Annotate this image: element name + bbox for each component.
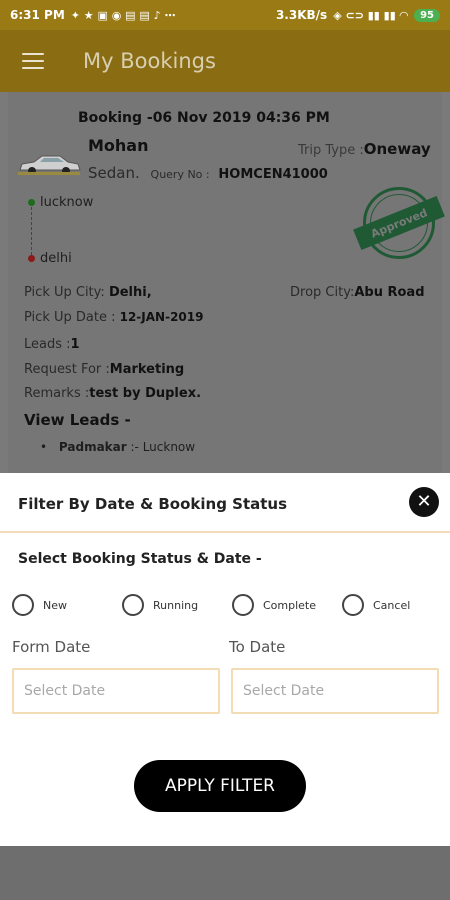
destination-city: delhi xyxy=(40,251,72,266)
route-line xyxy=(31,207,32,255)
filter-section-title: Select Booking Status & Date - xyxy=(18,551,262,567)
close-icon[interactable]: ✕ xyxy=(409,487,439,517)
origin-dot-icon xyxy=(28,199,35,206)
radio-circle-icon[interactable] xyxy=(122,594,144,616)
query-label: Query No : xyxy=(150,168,210,181)
lead-list-item: Padmakar :- Lucknow xyxy=(40,440,195,454)
filter-sheet-title: Filter By Date & Booking Status xyxy=(18,495,288,513)
bookings-list: Booking -06 Nov 2019 04:36 PM Mohan Trip… xyxy=(0,92,450,473)
vehicle-info: Sedan. Query No : HOMCEN41000 xyxy=(88,164,328,182)
signal-icons: ◈ ⊂⊃ ▮▮ ▮▮ ◠ xyxy=(333,8,409,22)
request-for-value: Marketing xyxy=(109,362,185,377)
radio-running[interactable]: Running xyxy=(122,594,198,616)
radio-new[interactable]: New xyxy=(12,594,67,616)
to-date-field[interactable] xyxy=(231,668,439,714)
lead-separator: :- xyxy=(126,440,143,454)
pickup-date-label: Pick Up Date : xyxy=(24,310,116,325)
network-speed: 3.3KB/s xyxy=(275,8,328,22)
leads-label: Leads : xyxy=(24,337,71,352)
apply-filter-button[interactable]: APPLY FILTER xyxy=(134,760,306,812)
booking-title: Booking -06 Nov 2019 04:36 PM xyxy=(78,110,330,126)
pickup-date-value: 12-JAN-2019 xyxy=(119,310,204,324)
destination-dot-icon xyxy=(28,255,35,262)
clock: 6:31 PM xyxy=(10,8,65,22)
radio-label-running: Running xyxy=(153,598,199,612)
radio-complete[interactable]: Complete xyxy=(232,594,316,616)
trip-type-label: Trip Type : xyxy=(298,143,364,158)
drop-city-value: Abu Road xyxy=(354,285,425,300)
radio-cancel[interactable]: Cancel xyxy=(342,594,410,616)
lead-name: Padmakar xyxy=(58,440,127,454)
view-leads-heading: View Leads - xyxy=(24,411,131,429)
remarks-label: Remarks : xyxy=(24,386,90,401)
page-title: My Bookings xyxy=(83,49,216,73)
booking-card[interactable]: Booking -06 Nov 2019 04:36 PM Mohan Trip… xyxy=(8,92,445,473)
pickup-city: Pick Up City: Delhi, xyxy=(24,285,152,300)
app-bar: My Bookings xyxy=(0,30,450,92)
car-icon xyxy=(18,155,81,175)
customer-name: Mohan xyxy=(88,136,149,155)
approved-stamp-icon: Approved xyxy=(353,187,445,259)
radio-circle-icon[interactable] xyxy=(12,594,34,616)
radio-label-cancel: Cancel xyxy=(373,598,411,612)
status-bar: 6:31 PM ✦ ★ ▣ ◉ ▤ ▤ ♪ ⋯ 3.3KB/s ◈ ⊂⊃ ▮▮ … xyxy=(0,0,450,30)
trip-type: Trip Type :Oneway xyxy=(298,140,431,158)
radio-label-new: New xyxy=(43,598,67,612)
leads-count: Leads :1 xyxy=(24,337,80,352)
trip-type-value: Oneway xyxy=(363,140,431,158)
origin-city: lucknow xyxy=(40,195,94,210)
lead-city: Lucknow xyxy=(142,440,196,454)
from-date-label: Form Date xyxy=(12,638,91,656)
drop-city: Drop City:Abu Road xyxy=(290,285,425,300)
pickup-city-label: Pick Up City: xyxy=(24,285,105,300)
from-date-field[interactable] xyxy=(12,668,220,714)
radio-circle-icon[interactable] xyxy=(232,594,254,616)
status-radio-group: New Running Complete Cancel xyxy=(12,594,442,618)
radio-label-complete: Complete xyxy=(263,598,317,612)
remarks: Remarks :test by Duplex. xyxy=(24,386,201,401)
remarks-value: test by Duplex. xyxy=(89,386,202,401)
to-date-label: To Date xyxy=(229,638,286,656)
system-nav-area xyxy=(0,846,450,900)
request-for-label: Request For : xyxy=(24,362,110,377)
drop-city-label: Drop City: xyxy=(290,285,355,300)
filter-bottom-sheet: Filter By Date & Booking Status ✕ Select… xyxy=(0,473,450,846)
request-for: Request For :Marketing xyxy=(24,362,184,377)
pickup-date: Pick Up Date : 12-JAN-2019 xyxy=(24,310,203,325)
divider xyxy=(0,531,450,533)
query-value: HOMCEN41000 xyxy=(218,167,328,182)
leads-value: 1 xyxy=(70,337,80,352)
notification-icons: ✦ ★ ▣ ◉ ▤ ▤ ♪ ⋯ xyxy=(70,8,176,22)
radio-circle-icon[interactable] xyxy=(342,594,364,616)
pickup-city-value: Delhi, xyxy=(108,285,152,300)
vehicle-type: Sedan. xyxy=(88,164,140,182)
battery-icon: 95 xyxy=(414,8,440,22)
hamburger-menu-icon[interactable] xyxy=(22,53,44,69)
